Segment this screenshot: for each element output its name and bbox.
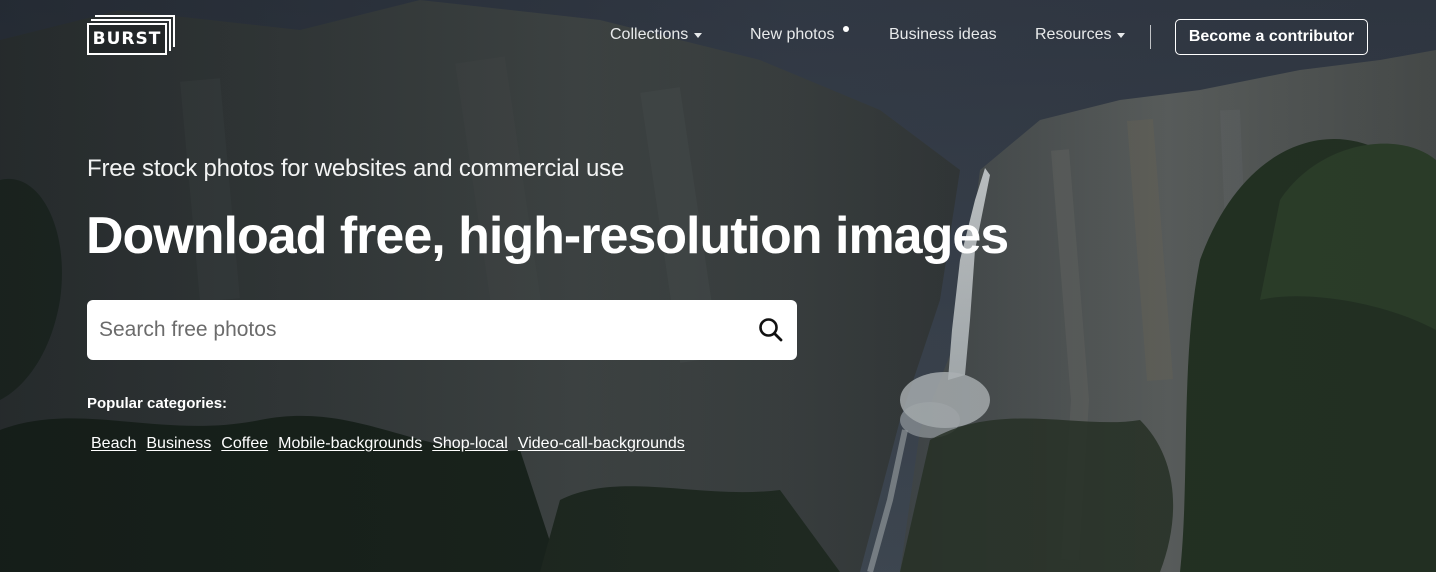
search-bar xyxy=(87,300,797,360)
nav-item-resources[interactable]: Resources xyxy=(1035,26,1126,44)
logo-wordmark: BURST xyxy=(87,23,167,55)
category-link-mobile-backgrounds[interactable]: Mobile-backgrounds xyxy=(278,435,422,453)
new-indicator-dot xyxy=(843,26,849,32)
caret-down-icon xyxy=(694,32,703,38)
category-link-video-call-backgrounds[interactable]: Video-call-backgrounds xyxy=(518,435,685,453)
nav-item-label: New photos xyxy=(750,26,835,43)
hero-tagline: Free stock photos for websites and comme… xyxy=(87,155,625,182)
category-link-business[interactable]: Business xyxy=(146,435,211,453)
category-link-shop-local[interactable]: Shop-local xyxy=(432,435,508,453)
nav-item-new-photos[interactable]: New photos xyxy=(750,26,835,44)
popular-categories-list: Beach Business Coffee Mobile-backgrounds… xyxy=(91,435,685,453)
nav-item-business-ideas[interactable]: Business ideas xyxy=(889,26,997,44)
hero-banner xyxy=(0,0,1436,572)
nav-item-label: Business ideas xyxy=(889,26,997,43)
nav-item-label: Resources xyxy=(1035,26,1112,43)
category-link-coffee[interactable]: Coffee xyxy=(221,435,268,453)
become-contributor-button[interactable]: Become a contributor xyxy=(1175,19,1368,55)
nav-divider xyxy=(1150,25,1151,49)
category-link-beach[interactable]: Beach xyxy=(91,435,136,453)
burst-logo[interactable]: BURST xyxy=(87,15,181,58)
caret-down-icon xyxy=(1117,32,1126,38)
nav-item-collections[interactable]: Collections xyxy=(610,26,703,44)
nav-item-label: Collections xyxy=(610,26,689,43)
search-icon[interactable] xyxy=(757,316,785,344)
popular-categories-label: Popular categories: xyxy=(87,395,228,412)
search-input[interactable] xyxy=(87,300,739,360)
hero-headline: Download free, high-resolution images xyxy=(86,207,1009,265)
